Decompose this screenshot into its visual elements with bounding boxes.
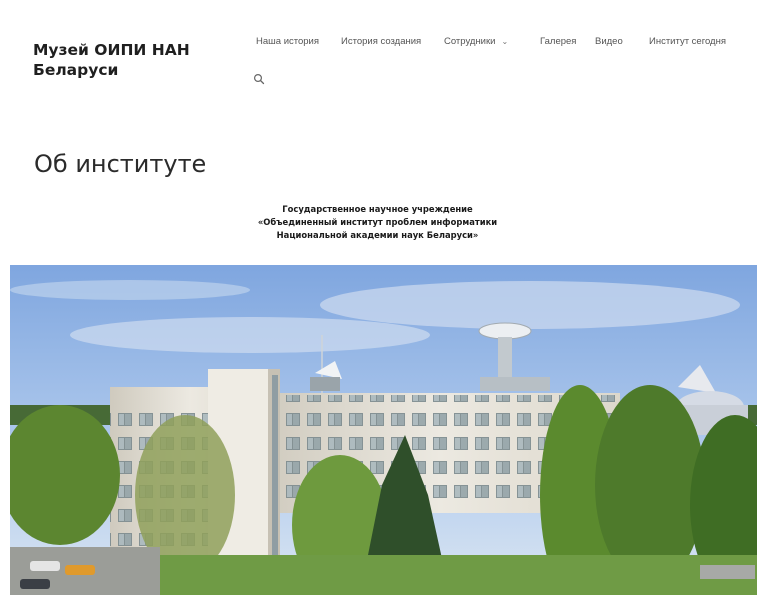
subheading-line-2: «Объединенный институт проблем информати… [257,217,498,227]
institute-building-photo [10,265,757,595]
page-title: Об институте [34,150,207,178]
nav-item-institute-today[interactable]: Институт сегодня [649,36,726,47]
nav-item-gallery[interactable]: Галерея [540,36,576,47]
building-illustration [10,265,757,595]
site-title[interactable]: Музей ОИПИ НАН Беларуси [33,40,223,80]
nav-item-our-history[interactable]: Наша история [256,36,319,47]
search-icon[interactable] [253,73,265,85]
subheading-line-3: Национальной академии наук Беларуси» [276,230,479,240]
nav-item-staff[interactable]: Сотрудники ⌄ [444,36,508,47]
nav-item-creation-history[interactable]: История создания [341,36,421,47]
nav-item-staff-label: Сотрудники [444,36,496,47]
chevron-down-icon: ⌄ [501,37,509,46]
subheading-line-1: Государственное научное учреждение [282,204,473,214]
institute-full-name: Государственное научное учреждение «Объе… [180,203,575,242]
nav-item-video[interactable]: Видео [595,36,623,47]
